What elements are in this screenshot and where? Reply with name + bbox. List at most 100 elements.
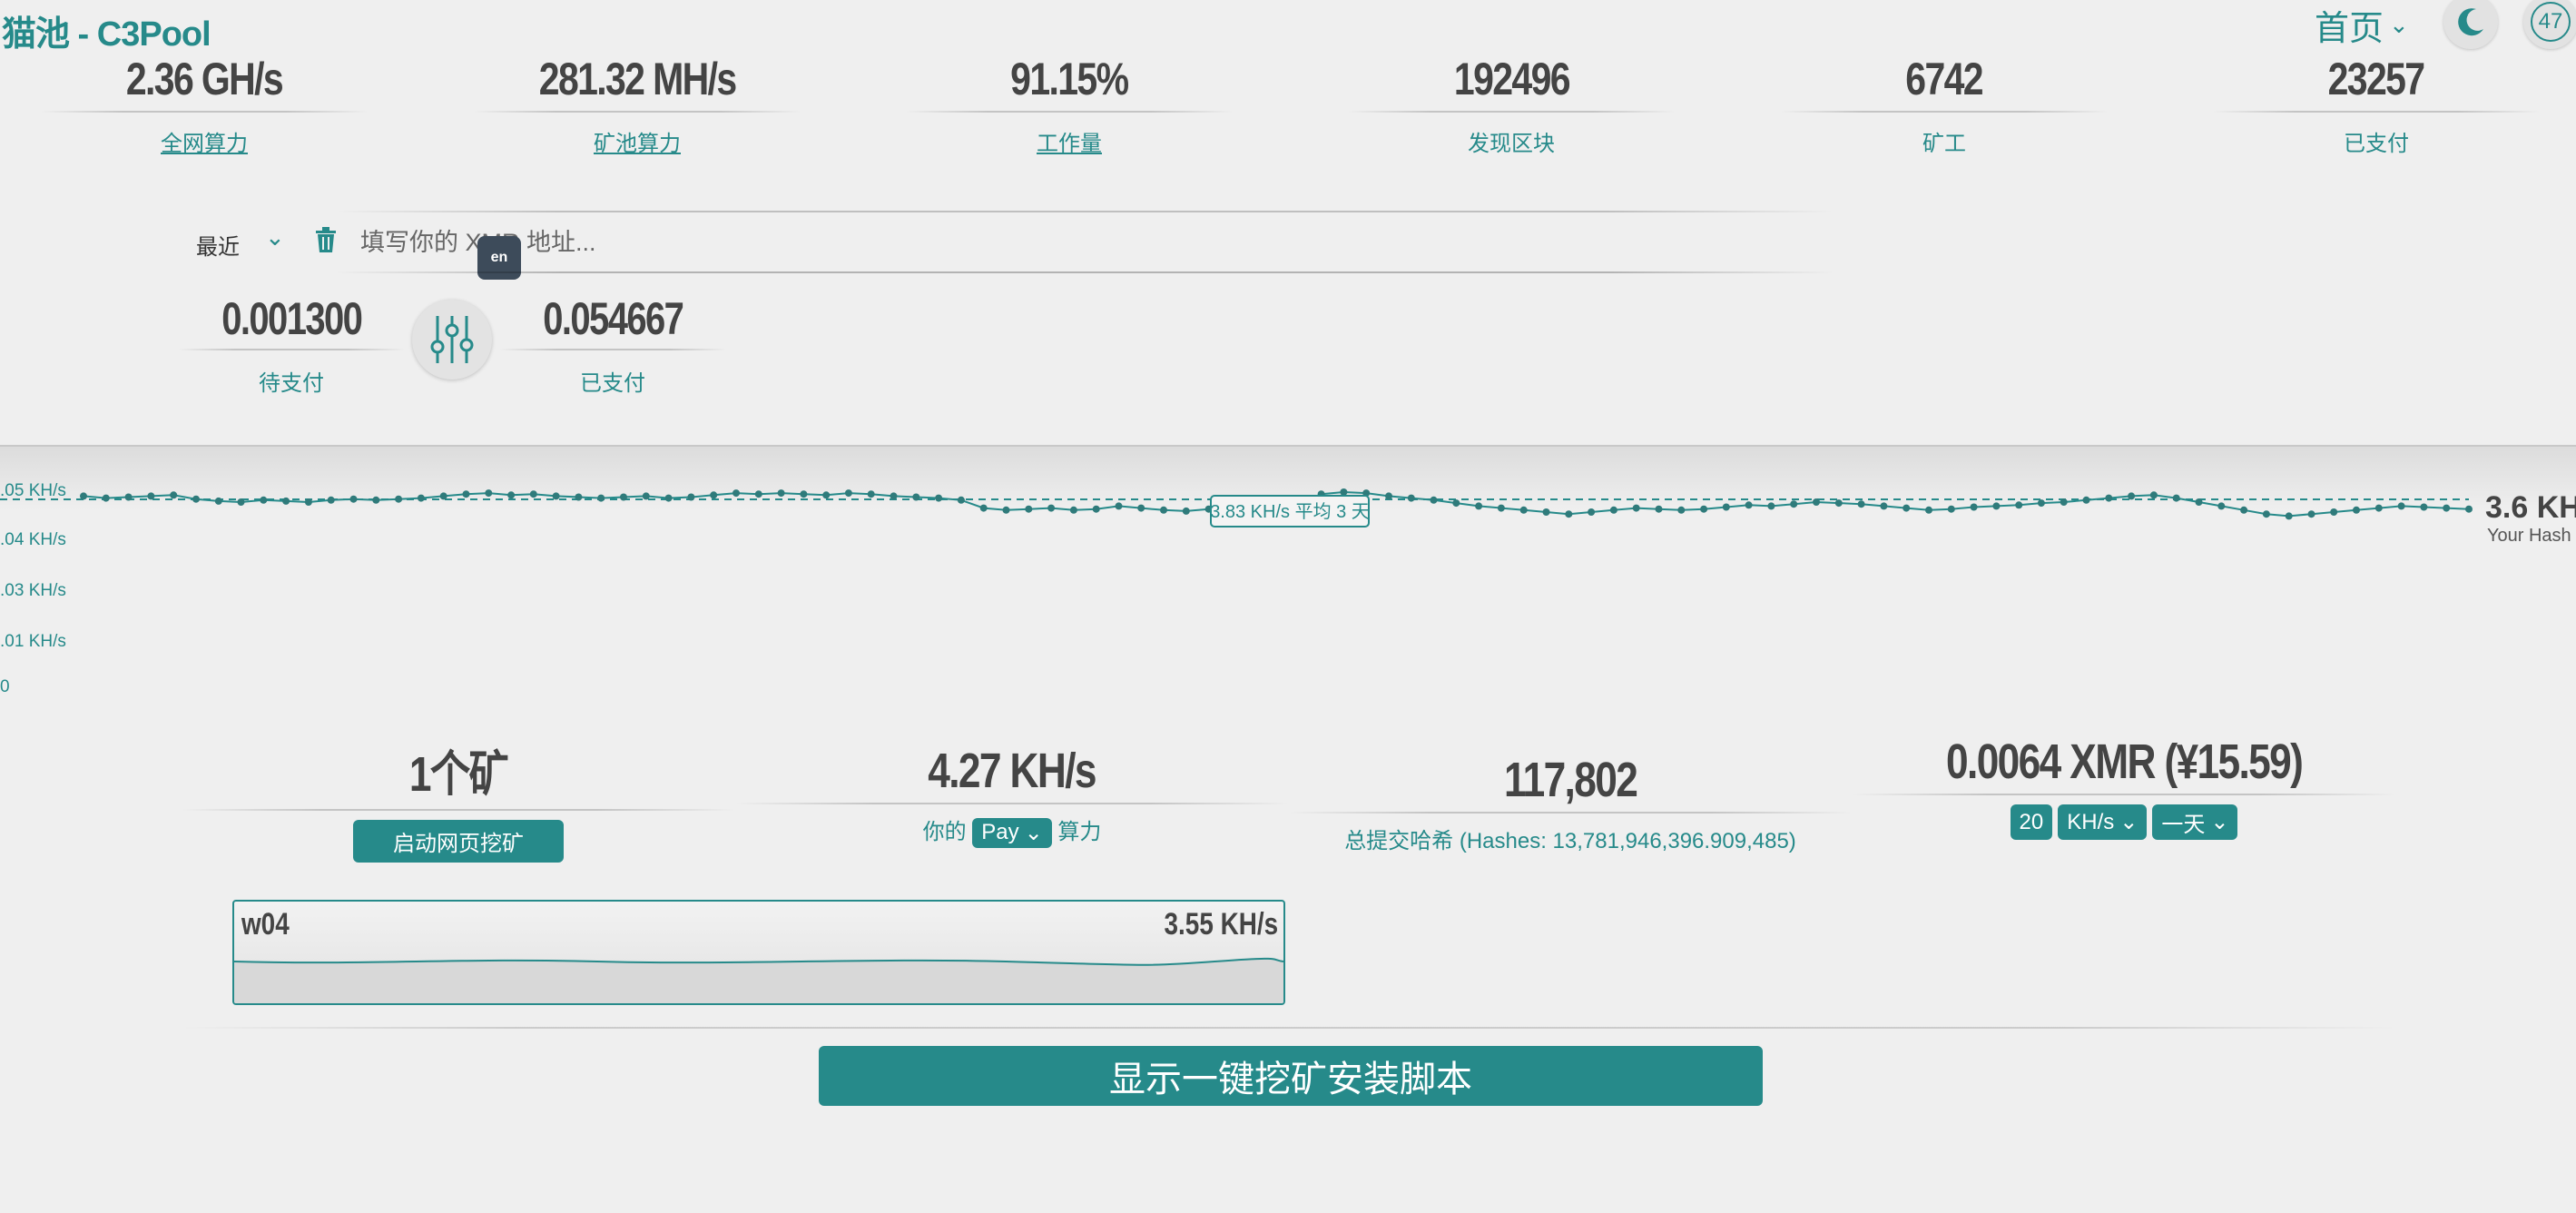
trash-icon[interactable] [312,225,339,259]
translate-label: en [490,250,508,265]
earnings-block: 0.0064 XMR (¥15.59) 20 KH/s ⌄ 一天 ⌄ [1852,734,2396,840]
settings-button[interactable] [412,300,492,380]
data-point [2172,494,2180,502]
data-point [957,496,965,504]
data-point [732,489,740,498]
data-point [1340,488,1348,496]
data-point [2443,504,2451,512]
data-point [1677,506,1686,514]
nav-home-label: 首页 [2315,10,2384,48]
data-point [124,493,133,501]
data-point [2128,492,2136,500]
calc-amount: 20 [2019,809,2044,834]
calc-period-select[interactable]: 一天 ⌄ [2152,804,2238,840]
data-point [485,489,493,498]
data-point [192,495,200,503]
pending-balance: 0.001300 待支付 [178,292,405,397]
data-point [687,493,695,501]
data-point [1475,502,1483,510]
data-point [1160,506,1167,514]
data-point [1092,505,1100,513]
data-point [664,494,673,502]
data-point [2060,498,2068,506]
data-point [1722,503,1730,511]
xmr-address-input[interactable] [359,222,1814,263]
hashrate-chart: .05 KH/s .04 KH/s .03 KH/s .01 KH/s 0 3.83 K… [0,445,2576,710]
data-point [597,494,605,502]
data-point [439,492,447,500]
data-point [1745,501,1753,509]
data-point [80,492,87,500]
data-point [800,490,808,498]
data-point [1025,505,1033,513]
stat-label-link[interactable]: 矿池算力 [474,125,801,157]
data-point [867,490,875,498]
data-point [2149,491,2158,499]
data-point [2374,504,2383,512]
data-point [1542,508,1550,516]
chevron-down-icon: ⌄ [2389,11,2409,38]
data-point [2465,505,2473,513]
stat-miners: 6742 矿工 [1781,53,2108,157]
data-point [327,496,335,504]
calc-period: 一天 [2161,813,2206,837]
recent-dropdown[interactable]: 最近 [196,229,240,261]
theme-toggle-button[interactable]: ★ [2443,0,2498,49]
data-point [1700,505,1708,513]
notification-badge[interactable]: 47 [2523,0,2576,49]
data-point [1880,502,1888,510]
data-point [575,493,583,501]
calc-amount-input[interactable]: 20 [2010,804,2053,840]
data-point [1497,504,1505,512]
your-hashrate-value: 4.27 KH/s [928,744,1097,798]
data-point [1588,508,1596,516]
stat-label-link[interactable]: 工作量 [906,125,1233,157]
data-point [2082,496,2090,504]
data-point [1430,496,1438,504]
data-point [1947,505,1955,513]
worker-card[interactable]: w04 3.55 KH/s [232,900,1285,1005]
data-point [2262,510,2270,518]
data-point [2195,498,2203,506]
web-mining-button[interactable]: 启动网页挖矿 [353,820,564,863]
stat-network-hashrate: 2.36 GH/s 全网算力 [41,53,368,157]
chevron-down-icon: ⌄ [2210,810,2229,834]
chevron-down-icon[interactable]: ⌄ [265,223,285,251]
average-label: 3.83 KH/s 平均 3 天 [1210,501,1370,522]
calc-unit-select[interactable]: KH/s ⌄ [2058,804,2148,840]
data-point [1385,492,1392,500]
show-install-script-button[interactable]: 显示一键挖矿安装脚本 [819,1046,1763,1106]
hashes-value: 117,802 [1503,753,1638,807]
data-point [2037,499,2045,508]
data-point [1767,502,1775,510]
data-point [1137,504,1145,512]
current-hashrate-value: 3.6 KH/s [2485,490,2576,525]
data-point [1519,506,1528,514]
stat-value: 91.15% [1010,54,1129,104]
data-point [1565,510,1573,518]
data-point [2105,494,2113,502]
data-point [552,492,560,500]
nav-home-dropdown[interactable]: 首页 ⌄ [2315,0,2409,50]
stat-label-link[interactable]: 全网算力 [41,125,368,157]
stat-value: 6742 [1905,54,1984,104]
app-title: 猫池 - C3Pool [2,15,211,54]
data-point [1992,502,2001,510]
y-tick-label: .05 KH/s [0,481,66,500]
badge-count: 47 [2531,2,2571,42]
hashrate-type-value: Pay [981,820,1019,844]
data-point [349,495,358,503]
hashrate-type-select[interactable]: Pay ⌄ [972,817,1052,848]
data-point [395,495,403,503]
data-point [777,489,785,498]
calc-unit: KH/s [2067,809,2115,834]
data-point [2240,506,2248,514]
stat-label: 矿工 [1922,132,1966,156]
hashrate-prefix: 你的 [922,820,967,844]
data-point [462,490,470,498]
data-point [1047,504,1056,512]
data-point [1002,506,1010,514]
data-point [417,494,425,502]
data-point [1115,502,1123,510]
data-point [844,489,852,498]
